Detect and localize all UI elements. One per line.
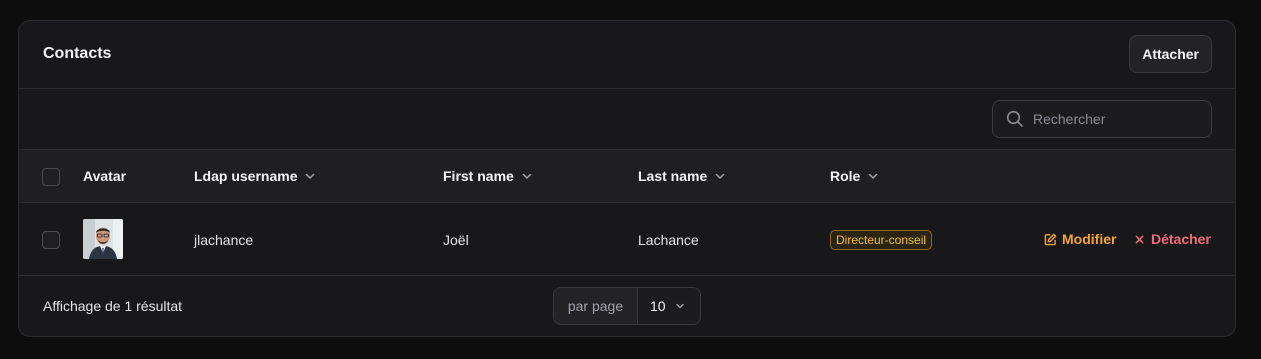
column-role-label: Role <box>830 168 861 184</box>
edit-icon <box>1044 233 1057 245</box>
cell-ldap-username: jlachance <box>194 232 254 248</box>
search-icon <box>1006 110 1023 127</box>
contacts-panel: Contacts Attacher Avatar Ldap username F… <box>18 20 1236 337</box>
role-badge: Directeur-conseil <box>830 230 933 250</box>
select-all-checkbox[interactable] <box>42 168 60 186</box>
chevron-down-icon <box>522 173 532 179</box>
column-first-name-label: First name <box>443 168 514 184</box>
per-page-value: 10 <box>650 298 666 314</box>
avatar <box>83 219 123 259</box>
panel-header: Contacts Attacher <box>19 21 1235 89</box>
cell-first-name: Joël <box>443 232 469 248</box>
attach-button[interactable]: Attacher <box>1129 35 1212 73</box>
result-count: Affichage de 1 résultat <box>43 298 183 314</box>
panel-title: Contacts <box>43 45 112 62</box>
per-page-selector[interactable]: par page 10 <box>553 287 701 325</box>
chevron-down-icon <box>675 303 684 309</box>
table-footer: Affichage de 1 résultat par page 10 <box>19 276 1235 336</box>
chevron-down-icon <box>716 173 725 179</box>
table-toolbar <box>19 89 1235 150</box>
column-avatar: Avatar <box>83 168 126 184</box>
row-checkbox[interactable] <box>42 231 60 249</box>
edit-action[interactable]: Modifier <box>1044 231 1116 247</box>
chevron-down-icon <box>869 173 878 179</box>
cell-last-name: Lachance <box>638 232 699 248</box>
column-last-name-label: Last name <box>638 168 708 184</box>
detach-action[interactable]: Détacher <box>1133 231 1211 247</box>
column-last-name[interactable]: Last name <box>638 168 727 184</box>
close-icon <box>1135 235 1144 243</box>
avatar-image <box>83 219 123 259</box>
table-header: Avatar Ldap username First name Last nam… <box>19 150 1235 203</box>
column-ldap-label: Ldap username <box>194 168 298 184</box>
column-ldap-username[interactable]: Ldap username <box>194 168 317 184</box>
table-row: jlachance Joël Lachance Directeur-consei… <box>19 203 1235 276</box>
per-page-select[interactable]: 10 <box>638 288 700 324</box>
detach-label: Détacher <box>1151 231 1211 247</box>
per-page-label: par page <box>554 288 638 324</box>
column-first-name[interactable]: First name <box>443 168 534 184</box>
column-role[interactable]: Role <box>830 168 880 184</box>
search-input[interactable] <box>1033 111 1193 127</box>
search-box[interactable] <box>992 100 1212 138</box>
chevron-down-icon <box>306 173 315 179</box>
column-avatar-label: Avatar <box>83 168 127 184</box>
edit-label: Modifier <box>1062 231 1117 247</box>
